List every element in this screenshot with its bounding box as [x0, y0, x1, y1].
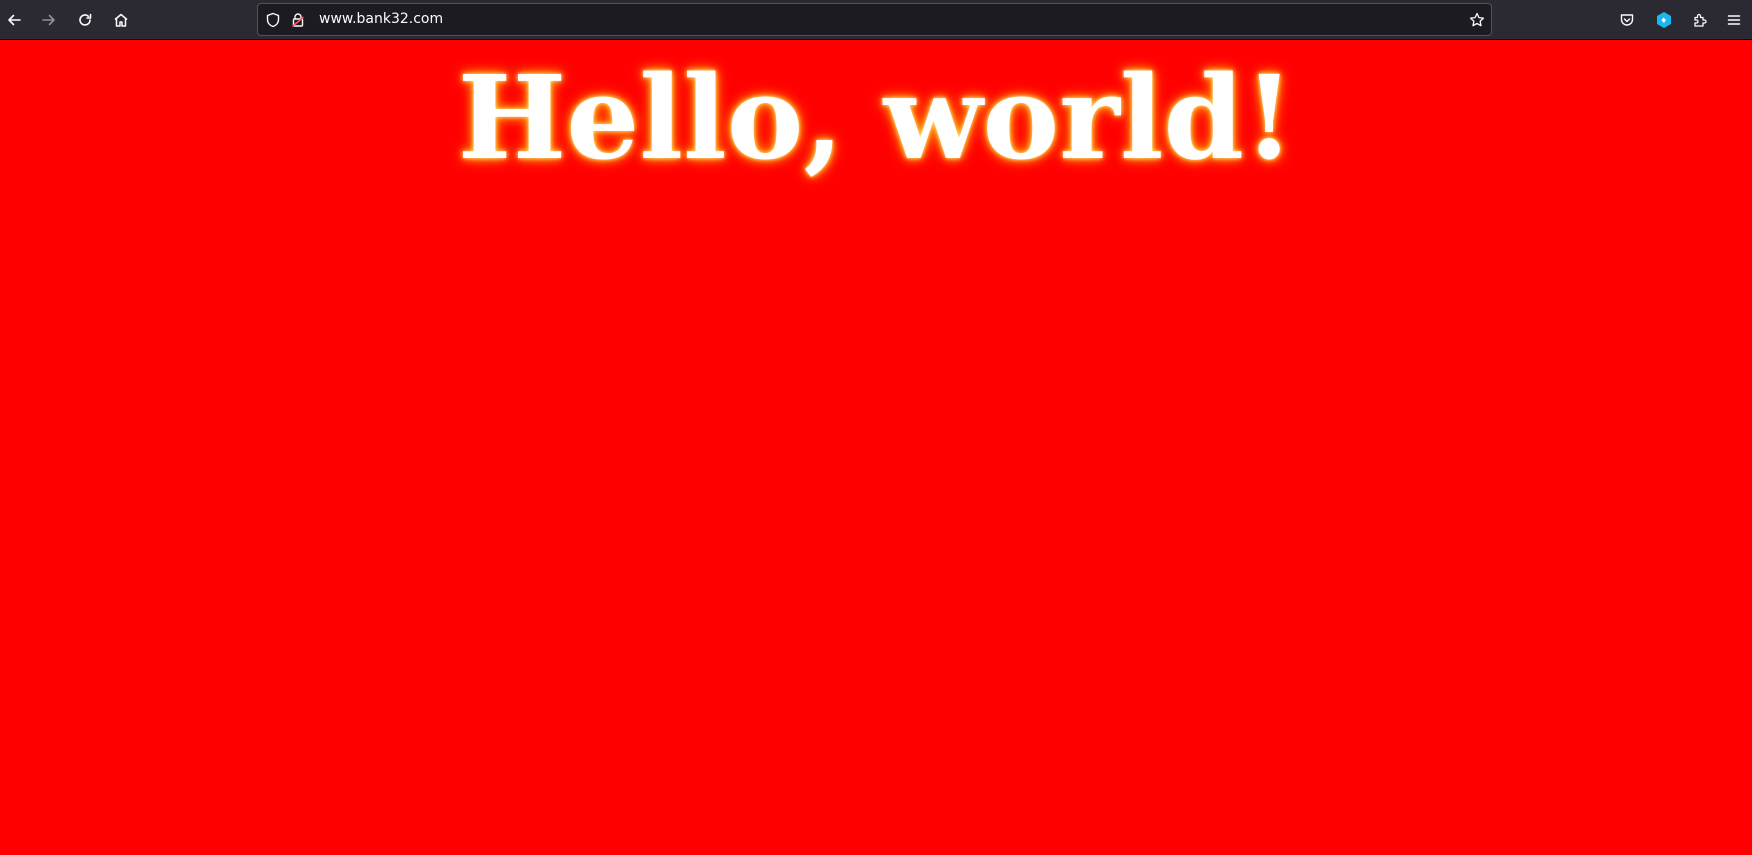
home-icon — [113, 12, 129, 28]
extensions-menu-button[interactable] — [1686, 6, 1714, 34]
forward-button[interactable] — [35, 6, 63, 34]
extension-icon — [1655, 11, 1673, 29]
shield-icon[interactable] — [264, 11, 282, 29]
forward-arrow-icon — [41, 12, 57, 28]
url-bar[interactable]: www.bank32.com — [257, 3, 1492, 36]
pocket-button[interactable] — [1613, 6, 1641, 34]
home-button[interactable] — [107, 6, 135, 34]
page-heading: Hello, world! — [457, 51, 1295, 186]
puzzle-icon — [1692, 12, 1708, 28]
back-arrow-icon — [6, 12, 22, 28]
browser-toolbar: www.bank32.com — [0, 0, 1752, 40]
hamburger-menu-icon — [1726, 12, 1742, 28]
page-content: Hello, world! — [0, 40, 1752, 855]
reload-icon — [77, 12, 93, 28]
app-menu-button[interactable] — [1720, 6, 1748, 34]
lock-icon[interactable] — [289, 11, 307, 29]
back-button[interactable] — [0, 6, 28, 34]
pocket-icon — [1619, 12, 1635, 28]
url-text[interactable]: www.bank32.com — [319, 4, 443, 35]
star-icon[interactable] — [1468, 11, 1486, 29]
extension-button[interactable] — [1650, 6, 1678, 34]
reload-button[interactable] — [71, 6, 99, 34]
